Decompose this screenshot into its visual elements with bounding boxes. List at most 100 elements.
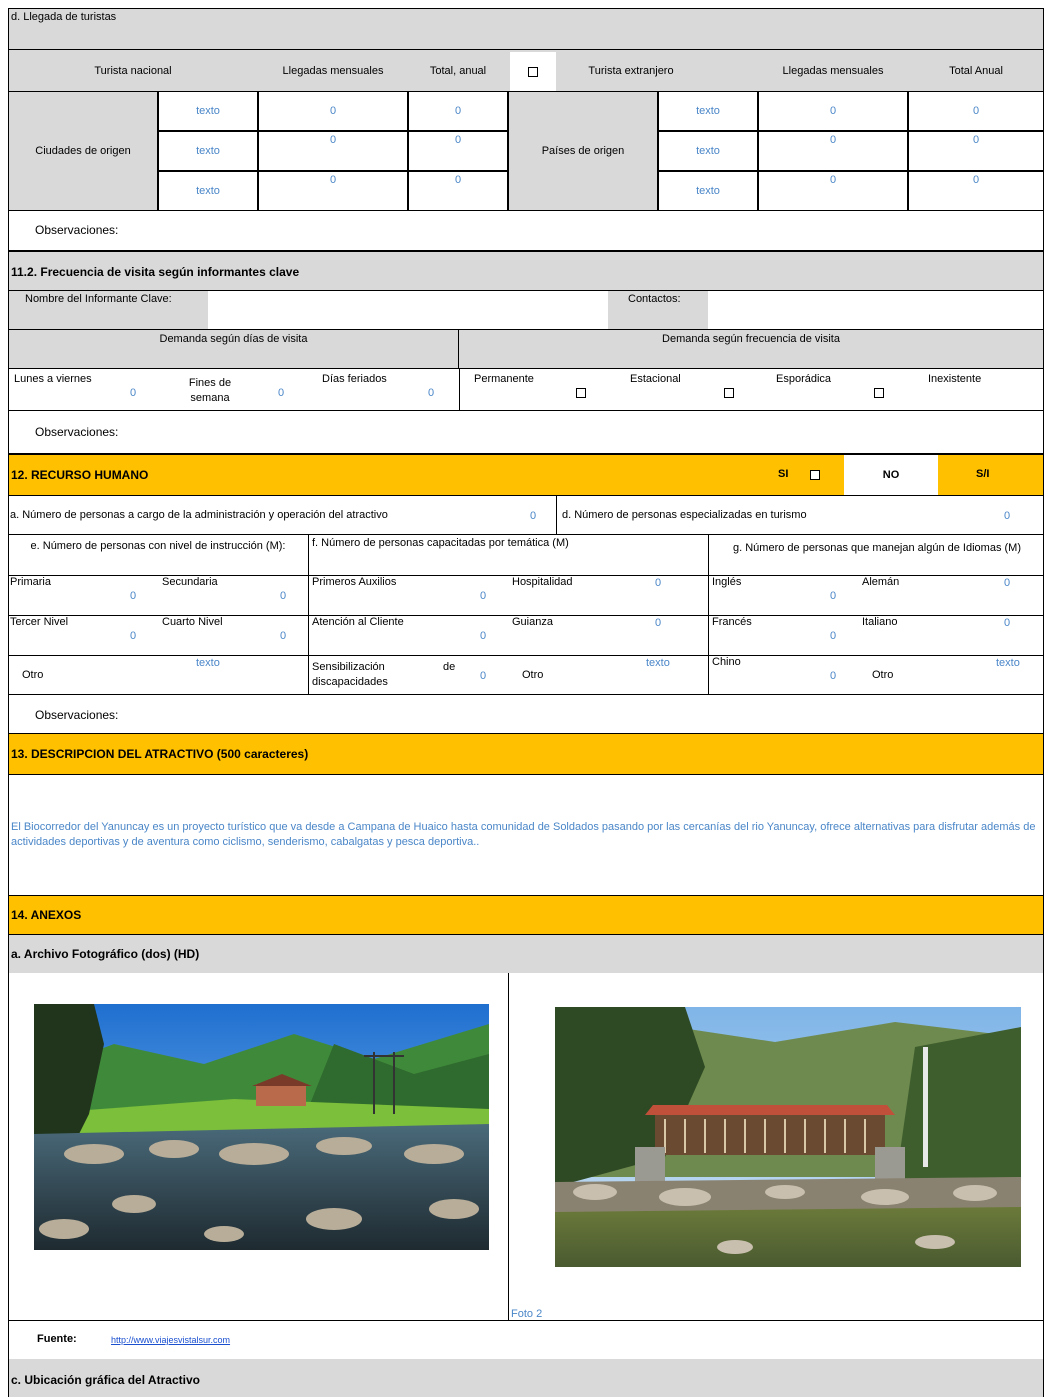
foreign-monthly-arrivals[interactable]: 0 [758, 131, 908, 171]
national-monthly-arrivals[interactable]: 0 [258, 91, 408, 131]
french-value[interactable]: 0 [830, 630, 836, 642]
national-monthly-arrivals-value[interactable]: 0 [259, 134, 407, 146]
foreign-origin-country[interactable]: texto [658, 171, 758, 211]
foreign-annual-total-value[interactable]: 0 [909, 105, 1043, 117]
chinese-value[interactable]: 0 [830, 670, 836, 682]
national-origin-city-value[interactable]: texto [159, 105, 257, 117]
third-level-value[interactable]: 0 [130, 630, 136, 642]
weekdays-value[interactable]: 0 [130, 387, 136, 399]
weekends-label: Fines de semana [188, 377, 232, 404]
italian-value[interactable]: 0 [1004, 617, 1010, 629]
foreign-checkbox[interactable] [528, 66, 538, 77]
foreign-monthly-arrivals-value[interactable]: 0 [759, 134, 907, 146]
foreign-origin-country[interactable]: texto [658, 131, 758, 171]
national-annual-total[interactable]: 0 [408, 171, 508, 211]
holidays-value[interactable]: 0 [428, 387, 434, 399]
arrivals-header: d. Llegada de turistas [8, 8, 1044, 50]
national-origin-city[interactable]: texto [158, 91, 258, 131]
permanent-label: Permanente [474, 373, 534, 385]
secondary-value[interactable]: 0 [280, 590, 286, 602]
national-origin-city[interactable]: texto [158, 171, 258, 211]
freq-demand-header: Demanda según frecuencia de visita [459, 329, 1044, 369]
national-origin-city-value[interactable]: texto [159, 185, 257, 197]
holidays-label: Días feriados [322, 373, 387, 385]
human-observations-label: Observaciones: [35, 708, 119, 722]
national-annual-total[interactable]: 0 [408, 131, 508, 171]
foreign-origin-country-value[interactable]: texto [659, 105, 757, 117]
hospitality-value[interactable]: 0 [655, 577, 661, 589]
staff-tourism-value[interactable]: 0 [1004, 510, 1010, 522]
national-annual-total[interactable]: 0 [408, 91, 508, 131]
national-monthly-arrivals-value[interactable]: 0 [259, 105, 407, 117]
disability-awareness-value[interactable]: 0 [480, 670, 486, 682]
si-na-option[interactable]: S/I [976, 468, 989, 480]
foreign-annual-total[interactable]: 0 [908, 131, 1044, 171]
secondary-label: Secundaria [162, 576, 218, 588]
staff-tourism-label: d. Número de personas especializadas en … [562, 509, 807, 521]
foreign-tourist-label: Turista extranjero [588, 64, 674, 77]
national-origin-city[interactable]: texto [158, 131, 258, 171]
foreign-annual-total[interactable]: 0 [908, 171, 1044, 211]
no-option[interactable]: NO [844, 455, 938, 495]
nonexistent-label: Inexistente [928, 373, 982, 385]
guiding-label: Guianza [512, 616, 553, 628]
training-other-label: Otro [522, 669, 544, 681]
national-annual-total-value[interactable]: 0 [409, 134, 507, 146]
foreign-monthly-arrivals[interactable]: 0 [758, 171, 908, 211]
staff-admin-value[interactable]: 0 [530, 510, 536, 522]
source-label: Fuente: [37, 1333, 77, 1345]
photo-2-caption: Foto 2 [511, 1308, 543, 1320]
weekends-value[interactable]: 0 [278, 387, 284, 399]
national-monthly-arrivals-value[interactable]: 0 [259, 174, 407, 186]
foreign-checkbox-cell[interactable] [510, 52, 556, 91]
description-body: El Biocorredor del Yanuncay es un proyec… [8, 775, 1044, 895]
photo-1-valley-river [34, 1004, 489, 1250]
third-level-label: Tercer Nivel [10, 616, 69, 628]
foreign-annual-total-value[interactable]: 0 [909, 134, 1043, 146]
days-demand-label: Demanda según días de visita [159, 333, 308, 345]
contacts-field[interactable] [708, 291, 1044, 329]
foreign-annual-total[interactable]: 0 [908, 91, 1044, 131]
national-annual-total-value[interactable]: 0 [409, 105, 507, 117]
foreign-origin-label: Países de origen [508, 91, 658, 211]
source-link[interactable]: http://www.viajesvistalsur.com [111, 1335, 230, 1345]
permanent-checkbox[interactable] [576, 388, 586, 398]
fourth-level-value[interactable]: 0 [280, 630, 286, 642]
annexes-title: 14. ANEXOS [11, 908, 82, 922]
national-annual-label: Total, anual [429, 64, 487, 77]
national-monthly-label: Llegadas mensuales [282, 64, 384, 77]
training-label: f. Número de personas capacitadas por te… [312, 537, 569, 549]
national-annual-total-value[interactable]: 0 [409, 174, 507, 186]
seasonal-checkbox[interactable] [724, 388, 734, 398]
education-other-value[interactable]: texto [196, 657, 220, 669]
foreign-origin-country[interactable]: texto [658, 91, 758, 131]
foreign-monthly-arrivals-value[interactable]: 0 [759, 105, 907, 117]
si-checkbox[interactable] [810, 470, 820, 480]
customer-service-value[interactable]: 0 [480, 630, 486, 642]
staff-admin-label: a. Número de personas a cargo de la admi… [10, 509, 388, 521]
description-text[interactable]: El Biocorredor del Yanuncay es un proyec… [11, 820, 1043, 850]
foreign-origin-country-value[interactable]: texto [659, 185, 757, 197]
foreign-annual-total-value[interactable]: 0 [909, 174, 1043, 186]
national-monthly-arrivals[interactable]: 0 [258, 171, 408, 211]
sporadic-checkbox[interactable] [874, 388, 884, 398]
national-monthly-arrivals[interactable]: 0 [258, 131, 408, 171]
german-value[interactable]: 0 [1004, 577, 1010, 589]
informant-name-field[interactable] [208, 291, 608, 329]
guiding-value[interactable]: 0 [655, 617, 661, 629]
first-aid-value[interactable]: 0 [480, 590, 486, 602]
education-label: e. Número de personas con nivel de instr… [30, 540, 286, 552]
languages-other-value[interactable]: texto [996, 657, 1020, 669]
national-origin-city-value[interactable]: texto [159, 145, 257, 157]
photo-1-image [34, 1004, 489, 1250]
training-other-value[interactable]: texto [646, 657, 670, 669]
primary-value[interactable]: 0 [130, 590, 136, 602]
photo-2-covered-bridge [555, 1007, 1021, 1267]
location-header: c. Ubicación gráfica del Atractivo [8, 1359, 1044, 1397]
primary-label: Primaria [10, 576, 51, 588]
foreign-origin-country-value[interactable]: texto [659, 145, 757, 157]
foreign-monthly-arrivals-value[interactable]: 0 [759, 174, 907, 186]
english-value[interactable]: 0 [830, 590, 836, 602]
fourth-level-label: Cuarto Nivel [162, 616, 223, 628]
foreign-monthly-arrivals[interactable]: 0 [758, 91, 908, 131]
